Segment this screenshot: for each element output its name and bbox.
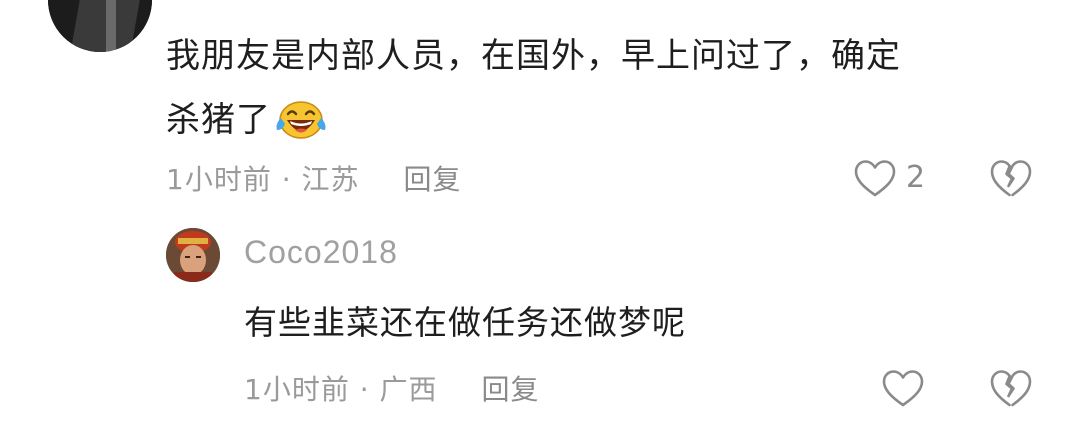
reply-username[interactable]: Coco2018 <box>244 234 398 271</box>
heart-icon[interactable] <box>852 156 898 202</box>
reply-reply-button[interactable]: 回复 <box>482 373 540 406</box>
comment-time-location: 1小时前 · 江苏 <box>166 163 360 196</box>
laughing-tears-icon <box>276 100 326 139</box>
broken-heart-icon[interactable] <box>988 366 1034 412</box>
reply-text: 有些韭菜还在做任务还做梦呢 <box>244 303 686 342</box>
like-count: 2 <box>906 160 926 195</box>
comment-text-line2: 杀猪了 <box>166 100 271 140</box>
reply-meta: 1小时前 · 广西 回复 <box>244 372 540 408</box>
heart-icon[interactable] <box>880 366 926 412</box>
comment-reply-button[interactable]: 回复 <box>404 163 462 196</box>
reply-avatar[interactable] <box>166 228 220 282</box>
comment-meta: 1小时前 · 江苏 回复 <box>166 162 462 198</box>
comment-text: 我朋友是内部人员，在国外，早上问过了，确定 杀猪了 <box>166 24 1036 152</box>
commenter-avatar[interactable] <box>48 0 152 52</box>
broken-heart-icon[interactable] <box>988 156 1034 202</box>
comment-text-line1: 我朋友是内部人员，在国外，早上问过了，确定 <box>166 36 901 76</box>
reply-time-location: 1小时前 · 广西 <box>244 373 438 406</box>
